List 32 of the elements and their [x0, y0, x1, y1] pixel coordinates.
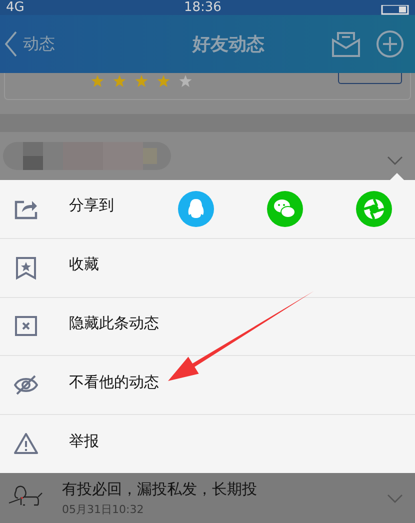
chevron-down-icon[interactable] — [387, 156, 403, 164]
close-box-icon — [14, 314, 38, 338]
menu-label: 收藏 — [69, 255, 99, 274]
menu-item[interactable]: 分享到 — [0, 180, 415, 239]
eye-slash-icon — [14, 373, 38, 398]
add-icon[interactable] — [376, 30, 404, 58]
menu-item[interactable]: 收藏 — [0, 238, 415, 298]
bookmark-star-icon — [14, 256, 38, 280]
star-icon — [157, 75, 170, 87]
post-time: 05月31日10:32 — [62, 502, 145, 516]
post-text: 有投必回，漏投私发，长期投 — [62, 480, 258, 498]
star-icon — [179, 75, 192, 87]
warning-icon — [14, 432, 38, 456]
card-button-outline[interactable] — [338, 73, 402, 84]
menu-label: 举报 — [69, 432, 99, 451]
clock-time: 18:36 — [184, 0, 222, 15]
menu-label: 不看他的动态 — [69, 372, 159, 392]
penguin-icon[interactable] — [178, 190, 214, 227]
envelope-icon[interactable] — [332, 31, 360, 57]
page-title: 好友动态 — [191, 33, 266, 56]
star-icon — [135, 75, 148, 87]
menu-label: 隐藏此条动态 — [69, 314, 159, 333]
battery-icon — [380, 5, 409, 15]
back-chevron-icon — [5, 31, 17, 57]
menu-label: 分享到 — [69, 196, 114, 216]
menu-item[interactable]: 举报 — [0, 415, 415, 473]
chevron-down-icon[interactable] — [387, 494, 403, 502]
network-label: 4G — [6, 0, 24, 15]
aperture-icon[interactable] — [356, 190, 392, 227]
chat-bubbles-icon[interactable] — [267, 190, 303, 227]
star-icon — [113, 75, 126, 87]
star-icon — [91, 75, 104, 87]
